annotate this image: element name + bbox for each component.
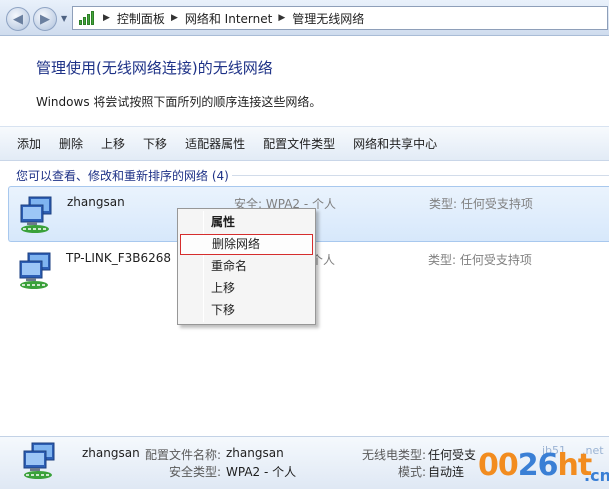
wireless-network-icon: [20, 196, 52, 233]
back-button[interactable]: ◀: [6, 7, 30, 31]
context-menu: 属性 删除网络 重命名 上移 下移: [177, 208, 316, 325]
network-signal-icon: [75, 7, 97, 29]
forward-arrow-icon: ▶: [40, 11, 50, 27]
divider: [232, 175, 609, 176]
security-type-label: 安全类型:: [169, 465, 222, 479]
adapter-properties-button[interactable]: 适配器属性: [176, 131, 254, 156]
network-name: TP-LINK_F3B6268: [66, 251, 172, 265]
watermark-part: 00: [478, 448, 519, 483]
breadcrumb[interactable]: ▶ 控制面板 ▶ 网络和 Internet ▶ 管理无线网络: [72, 6, 608, 30]
back-arrow-icon: ◀: [13, 11, 23, 27]
add-button[interactable]: 添加: [8, 131, 50, 156]
breadcrumb-manage-wireless[interactable]: 管理无线网络: [292, 10, 364, 27]
profile-name-value: zhangsan: [226, 446, 284, 460]
chevron-down-icon: ▼: [61, 14, 68, 23]
wireless-network-icon: [23, 442, 55, 479]
network-type: 类型: 任何受支持项: [429, 197, 533, 211]
radio-type-value: 任何受支: [428, 448, 477, 462]
profile-types-button[interactable]: 配置文件类型: [254, 131, 344, 156]
breadcrumb-separator-icon[interactable]: ▶: [103, 13, 110, 23]
recent-pages-dropdown[interactable]: ▼: [61, 14, 69, 24]
menu-item-rename[interactable]: 重命名: [180, 256, 313, 277]
page-title: 管理使用(无线网络连接)的无线网络: [36, 59, 273, 77]
delete-button[interactable]: 删除: [50, 131, 92, 156]
forward-button[interactable]: ▶: [33, 7, 57, 31]
address-bar: ◀ ▶ ▼ ▶ 控制面板 ▶ 网络和 Internet ▶ 管理无线网络: [0, 0, 609, 36]
command-bar: 添加 删除 上移 下移 适配器属性 配置文件类型 网络和共享中心: [0, 126, 609, 161]
network-list-header: 您可以查看、修改和重新排序的网络 (4): [16, 169, 229, 183]
network-name: zhangsan: [67, 195, 125, 209]
network-sharing-center-button[interactable]: 网络和共享中心: [344, 131, 446, 156]
mode-label: 模式:: [398, 465, 427, 479]
menu-item-properties[interactable]: 属性: [180, 212, 313, 233]
move-up-button[interactable]: 上移: [92, 131, 134, 156]
site-watermark-logo: jb51 .net 0026ht .cn: [478, 440, 609, 489]
radio-type-label: 无线电类型:: [362, 448, 427, 462]
move-down-button[interactable]: 下移: [134, 131, 176, 156]
breadcrumb-separator-icon[interactable]: ▶: [278, 13, 285, 23]
breadcrumb-network-internet[interactable]: 网络和 Internet: [185, 10, 272, 27]
network-type: 类型: 任何受支持项: [428, 253, 532, 267]
details-network-name: zhangsan: [82, 446, 140, 460]
breadcrumb-separator-icon[interactable]: ▶: [171, 13, 178, 23]
watermark-cn-text: .cn: [584, 466, 609, 485]
page-description: Windows 将尝试按照下面所列的顺序连接这些网络。: [36, 95, 322, 109]
security-type-value: WPA2 - 个人: [226, 465, 297, 479]
menu-item-delete-network[interactable]: 删除网络: [180, 234, 313, 255]
menu-item-move-down[interactable]: 下移: [180, 300, 313, 321]
breadcrumb-control-panel[interactable]: 控制面板: [117, 10, 165, 27]
profile-name-label: 配置文件名称:: [145, 448, 222, 462]
mode-value: 自动连: [428, 465, 465, 479]
watermark-main-text: 0026ht: [478, 448, 592, 483]
wireless-network-icon: [19, 252, 51, 289]
menu-item-move-up[interactable]: 上移: [180, 278, 313, 299]
watermark-part: 26: [517, 448, 559, 483]
